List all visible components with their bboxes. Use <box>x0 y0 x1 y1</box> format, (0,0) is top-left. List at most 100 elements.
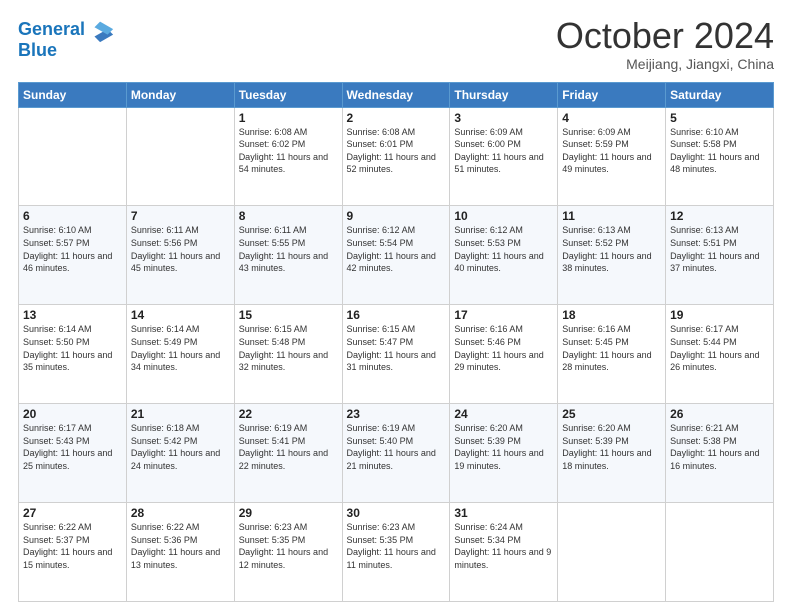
calendar-cell: 7 Sunrise: 6:11 AMSunset: 5:56 PMDaylight… <box>126 206 234 305</box>
cell-text: Sunrise: 6:22 AMSunset: 5:37 PMDaylight:… <box>23 522 112 570</box>
calendar-cell: 16 Sunrise: 6:15 AMSunset: 5:47 PMDayligh… <box>342 305 450 404</box>
day-number: 8 <box>239 209 338 223</box>
calendar-cell: 6 Sunrise: 6:10 AMSunset: 5:57 PMDaylight… <box>19 206 127 305</box>
calendar-week-5: 27 Sunrise: 6:22 AMSunset: 5:37 PMDayligh… <box>19 503 774 602</box>
calendar-cell: 13 Sunrise: 6:14 AMSunset: 5:50 PMDayligh… <box>19 305 127 404</box>
cell-text: Sunrise: 6:15 AMSunset: 5:48 PMDaylight:… <box>239 324 328 372</box>
cell-text: Sunrise: 6:20 AMSunset: 5:39 PMDaylight:… <box>562 423 651 471</box>
cell-text: Sunrise: 6:24 AMSunset: 5:34 PMDaylight:… <box>454 522 551 570</box>
cell-text: Sunrise: 6:16 AMSunset: 5:46 PMDaylight:… <box>454 324 543 372</box>
day-number: 22 <box>239 407 338 421</box>
calendar-header-row: SundayMondayTuesdayWednesdayThursdayFrid… <box>19 82 774 107</box>
calendar-week-3: 13 Sunrise: 6:14 AMSunset: 5:50 PMDayligh… <box>19 305 774 404</box>
cell-text: Sunrise: 6:08 AMSunset: 6:02 PMDaylight:… <box>239 127 328 175</box>
logo-text: General <box>18 20 85 40</box>
day-number: 4 <box>562 111 661 125</box>
calendar-cell: 22 Sunrise: 6:19 AMSunset: 5:41 PMDayligh… <box>234 404 342 503</box>
calendar-cell: 5Sunrise: 6:10 AMSunset: 5:58 PMDaylight… <box>666 107 774 206</box>
day-number: 3 <box>454 111 553 125</box>
calendar-cell: 23Sunrise: 6:19 AMSunset: 5:40 PMDayligh… <box>342 404 450 503</box>
day-number: 19 <box>670 308 769 322</box>
cell-text: Sunrise: 6:11 AMSunset: 5:55 PMDaylight:… <box>239 225 328 273</box>
main-title: October 2024 <box>556 16 774 56</box>
day-number: 7 <box>131 209 230 223</box>
calendar-cell: 25 Sunrise: 6:20 AMSunset: 5:39 PMDayligh… <box>558 404 666 503</box>
calendar-week-2: 6 Sunrise: 6:10 AMSunset: 5:57 PMDaylight… <box>19 206 774 305</box>
cell-text: Sunrise: 6:19 AMSunset: 5:41 PMDaylight:… <box>239 423 328 471</box>
calendar-cell: 30 Sunrise: 6:23 AMSunset: 5:35 PMDayligh… <box>342 503 450 602</box>
cell-text: Sunrise: 6:09 AMSunset: 6:00 PMDaylight:… <box>454 127 543 175</box>
page: General Blue October 2024 Meijiang, Jian… <box>0 0 792 612</box>
calendar-cell <box>558 503 666 602</box>
day-number: 21 <box>131 407 230 421</box>
calendar-cell: 11Sunrise: 6:13 AMSunset: 5:52 PMDayligh… <box>558 206 666 305</box>
calendar-cell: 29 Sunrise: 6:23 AMSunset: 5:35 PMDayligh… <box>234 503 342 602</box>
day-header-wednesday: Wednesday <box>342 82 450 107</box>
calendar-cell: 28 Sunrise: 6:22 AMSunset: 5:36 PMDayligh… <box>126 503 234 602</box>
day-number: 25 <box>562 407 661 421</box>
calendar-cell: 15 Sunrise: 6:15 AMSunset: 5:48 PMDayligh… <box>234 305 342 404</box>
day-number: 15 <box>239 308 338 322</box>
day-number: 12 <box>670 209 769 223</box>
day-number: 2 <box>347 111 446 125</box>
calendar-cell <box>19 107 127 206</box>
cell-text: Sunrise: 6:15 AMSunset: 5:47 PMDaylight:… <box>347 324 436 372</box>
day-number: 9 <box>347 209 446 223</box>
calendar-cell: 18Sunrise: 6:16 AMSunset: 5:45 PMDayligh… <box>558 305 666 404</box>
header: General Blue October 2024 Meijiang, Jian… <box>18 16 774 72</box>
day-header-thursday: Thursday <box>450 82 558 107</box>
calendar-week-4: 20 Sunrise: 6:17 AMSunset: 5:43 PMDayligh… <box>19 404 774 503</box>
day-number: 16 <box>347 308 446 322</box>
cell-text: Sunrise: 6:11 AMSunset: 5:56 PMDaylight:… <box>131 225 220 273</box>
day-number: 29 <box>239 506 338 520</box>
calendar-cell: 8 Sunrise: 6:11 AMSunset: 5:55 PMDaylight… <box>234 206 342 305</box>
calendar-cell: 20 Sunrise: 6:17 AMSunset: 5:43 PMDayligh… <box>19 404 127 503</box>
cell-text: Sunrise: 6:20 AMSunset: 5:39 PMDaylight:… <box>454 423 543 471</box>
calendar-cell: 2 Sunrise: 6:08 AMSunset: 6:01 PMDaylight… <box>342 107 450 206</box>
day-number: 24 <box>454 407 553 421</box>
cell-text: Sunrise: 6:14 AMSunset: 5:49 PMDaylight:… <box>131 324 220 372</box>
logo-icon <box>87 16 115 44</box>
day-header-saturday: Saturday <box>666 82 774 107</box>
calendar-cell <box>666 503 774 602</box>
cell-text: Sunrise: 6:14 AMSunset: 5:50 PMDaylight:… <box>23 324 112 372</box>
cell-text: Sunrise: 6:23 AMSunset: 5:35 PMDaylight:… <box>239 522 328 570</box>
calendar-body: 1Sunrise: 6:08 AMSunset: 6:02 PMDaylight… <box>19 107 774 601</box>
day-number: 28 <box>131 506 230 520</box>
calendar-cell: 1Sunrise: 6:08 AMSunset: 6:02 PMDaylight… <box>234 107 342 206</box>
day-header-sunday: Sunday <box>19 82 127 107</box>
calendar-table: SundayMondayTuesdayWednesdayThursdayFrid… <box>18 82 774 602</box>
day-number: 26 <box>670 407 769 421</box>
cell-text: Sunrise: 6:10 AMSunset: 5:58 PMDaylight:… <box>670 127 759 175</box>
cell-text: Sunrise: 6:13 AMSunset: 5:51 PMDaylight:… <box>670 225 759 273</box>
calendar-week-1: 1Sunrise: 6:08 AMSunset: 6:02 PMDaylight… <box>19 107 774 206</box>
calendar-cell: 12 Sunrise: 6:13 AMSunset: 5:51 PMDayligh… <box>666 206 774 305</box>
day-number: 6 <box>23 209 122 223</box>
cell-text: Sunrise: 6:16 AMSunset: 5:45 PMDaylight:… <box>562 324 651 372</box>
cell-text: Sunrise: 6:17 AMSunset: 5:43 PMDaylight:… <box>23 423 112 471</box>
day-number: 20 <box>23 407 122 421</box>
cell-text: Sunrise: 6:17 AMSunset: 5:44 PMDaylight:… <box>670 324 759 372</box>
cell-text: Sunrise: 6:19 AMSunset: 5:40 PMDaylight:… <box>347 423 436 471</box>
calendar-cell: 3 Sunrise: 6:09 AMSunset: 6:00 PMDaylight… <box>450 107 558 206</box>
day-number: 14 <box>131 308 230 322</box>
day-number: 27 <box>23 506 122 520</box>
cell-text: Sunrise: 6:23 AMSunset: 5:35 PMDaylight:… <box>347 522 436 570</box>
subtitle: Meijiang, Jiangxi, China <box>556 56 774 72</box>
calendar-cell: 4 Sunrise: 6:09 AMSunset: 5:59 PMDaylight… <box>558 107 666 206</box>
calendar-cell: 14 Sunrise: 6:14 AMSunset: 5:49 PMDayligh… <box>126 305 234 404</box>
day-header-friday: Friday <box>558 82 666 107</box>
cell-text: Sunrise: 6:08 AMSunset: 6:01 PMDaylight:… <box>347 127 436 175</box>
day-number: 11 <box>562 209 661 223</box>
calendar-cell: 17Sunrise: 6:16 AMSunset: 5:46 PMDayligh… <box>450 305 558 404</box>
calendar-cell: 10Sunrise: 6:12 AMSunset: 5:53 PMDayligh… <box>450 206 558 305</box>
cell-text: Sunrise: 6:09 AMSunset: 5:59 PMDaylight:… <box>562 127 651 175</box>
day-number: 13 <box>23 308 122 322</box>
title-block: October 2024 Meijiang, Jiangxi, China <box>556 16 774 72</box>
day-number: 30 <box>347 506 446 520</box>
calendar-cell: 19 Sunrise: 6:17 AMSunset: 5:44 PMDayligh… <box>666 305 774 404</box>
cell-text: Sunrise: 6:22 AMSunset: 5:36 PMDaylight:… <box>131 522 220 570</box>
logo: General Blue <box>18 16 115 61</box>
calendar-cell: 24 Sunrise: 6:20 AMSunset: 5:39 PMDayligh… <box>450 404 558 503</box>
cell-text: Sunrise: 6:10 AMSunset: 5:57 PMDaylight:… <box>23 225 112 273</box>
